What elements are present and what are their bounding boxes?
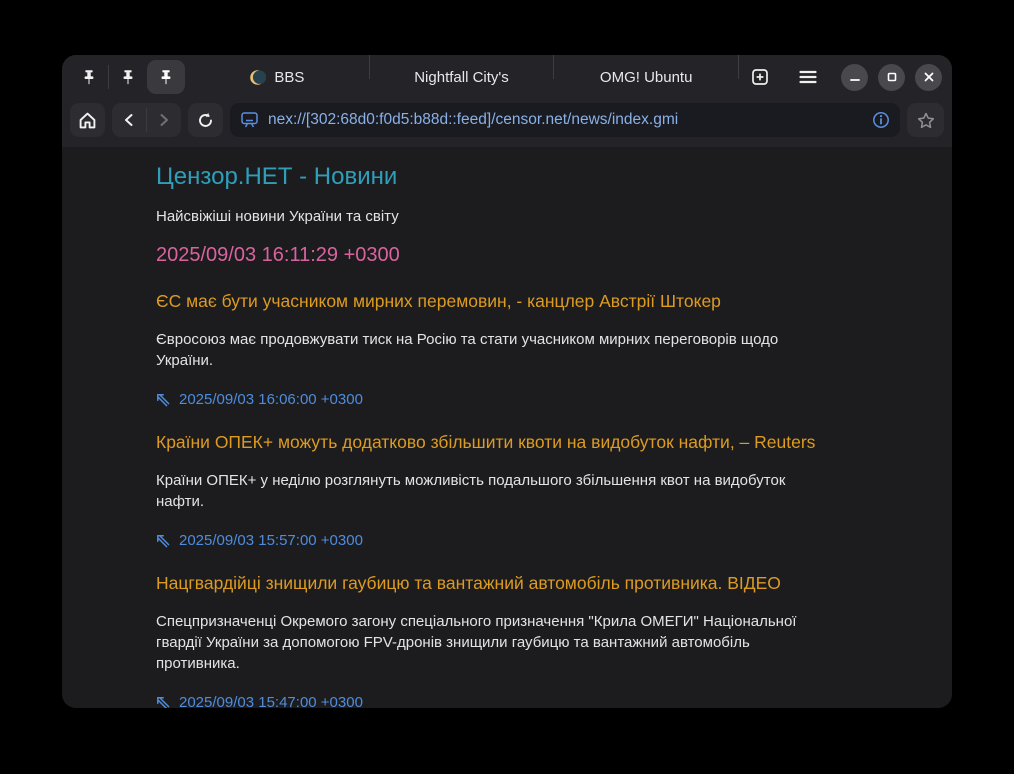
forward-icon bbox=[158, 113, 170, 127]
bookmark-button[interactable] bbox=[907, 103, 944, 137]
tab-label: Nightfall City's bbox=[414, 69, 509, 86]
link-label: 2025/09/03 16:06:00 +0300 bbox=[179, 391, 363, 408]
monitor-icon bbox=[240, 111, 259, 129]
tab-nightfall-citys[interactable]: Nightfall City's bbox=[370, 55, 554, 99]
news-item-title: Країни ОПЕК+ можуть додатково збільшити … bbox=[156, 432, 876, 453]
reload-button[interactable] bbox=[188, 103, 223, 137]
history-buttons bbox=[112, 103, 181, 137]
url-text: nex://[302:68d0:f0d5:b88d::feed]/censor.… bbox=[268, 111, 863, 129]
tab-bar: BBS Nightfall City's OMG! Ubuntu bbox=[62, 55, 952, 99]
news-item: Нацгвардійці знищили гаубицю та вантажни… bbox=[156, 573, 912, 708]
forward-button[interactable] bbox=[147, 103, 181, 137]
news-item: ЄС має бути учасником мирних перемовин, … bbox=[156, 291, 912, 408]
home-button[interactable] bbox=[70, 103, 105, 137]
news-item-link[interactable]: 2025/09/03 15:47:00 +0300 bbox=[156, 694, 363, 708]
new-tab-button[interactable] bbox=[743, 60, 777, 94]
link-label: 2025/09/03 15:47:00 +0300 bbox=[179, 694, 363, 708]
link-arrow-icon bbox=[156, 393, 170, 407]
maximize-button[interactable] bbox=[878, 64, 905, 91]
home-icon bbox=[79, 112, 96, 129]
close-button[interactable] bbox=[915, 64, 942, 91]
info-icon[interactable] bbox=[872, 111, 890, 129]
back-button[interactable] bbox=[112, 103, 146, 137]
reload-icon bbox=[197, 112, 214, 129]
menu-button[interactable] bbox=[791, 60, 825, 94]
close-icon bbox=[924, 72, 934, 82]
navigation-bar: nex://[302:68d0:f0d5:b88d::feed]/censor.… bbox=[62, 99, 952, 147]
new-tab-icon bbox=[751, 68, 769, 86]
pushpin-icon bbox=[81, 69, 97, 86]
link-label: 2025/09/03 15:57:00 +0300 bbox=[179, 532, 363, 549]
minimize-button[interactable] bbox=[841, 64, 868, 91]
news-item-body: Спецпризначенці Окремого загону спеціаль… bbox=[156, 611, 824, 674]
browser-window: BBS Nightfall City's OMG! Ubuntu bbox=[62, 55, 952, 708]
news-item-link[interactable]: 2025/09/03 15:57:00 +0300 bbox=[156, 532, 363, 549]
tab-label: OMG! Ubuntu bbox=[600, 69, 693, 86]
moon-icon bbox=[249, 69, 266, 86]
maximize-icon bbox=[887, 72, 897, 82]
tab-omg-ubuntu[interactable]: OMG! Ubuntu bbox=[554, 55, 738, 99]
pinned-tab-1[interactable] bbox=[70, 60, 108, 94]
tab-strip: BBS Nightfall City's OMG! Ubuntu bbox=[185, 55, 739, 99]
page-subtitle: Найсвіжіші новини України та світу bbox=[156, 208, 912, 225]
news-item-title: Нацгвардійці знищили гаубицю та вантажни… bbox=[156, 573, 876, 594]
link-arrow-icon bbox=[156, 696, 170, 709]
news-item-body: Євросоюз має продовжувати тиск на Росію … bbox=[156, 329, 824, 371]
pinned-tab-2[interactable] bbox=[109, 60, 147, 94]
minimize-icon bbox=[850, 72, 860, 82]
divider bbox=[738, 55, 739, 79]
news-item-link[interactable]: 2025/09/03 16:06:00 +0300 bbox=[156, 391, 363, 408]
tab-bbs[interactable]: BBS bbox=[185, 55, 369, 99]
url-bar[interactable]: nex://[302:68d0:f0d5:b88d::feed]/censor.… bbox=[230, 103, 900, 137]
pushpin-icon bbox=[120, 69, 136, 86]
news-item-body: Країни ОПЕК+ у неділю розглянуть можливі… bbox=[156, 470, 824, 512]
page-content: Цензор.НЕТ - Новини Найсвіжіші новини Ук… bbox=[62, 147, 952, 708]
page-title: Цензор.НЕТ - Новини bbox=[156, 163, 912, 191]
tab-label: BBS bbox=[274, 69, 304, 86]
page-updated-timestamp: 2025/09/03 16:11:29 +0300 bbox=[156, 244, 912, 267]
news-item-title: ЄС має бути учасником мирних перемовин, … bbox=[156, 291, 876, 312]
star-icon bbox=[917, 112, 935, 129]
menu-icon bbox=[799, 70, 817, 84]
back-icon bbox=[123, 113, 135, 127]
pinned-tab-3[interactable] bbox=[147, 60, 185, 94]
news-item: Країни ОПЕК+ можуть додатково збільшити … bbox=[156, 432, 912, 549]
pushpin-icon bbox=[158, 69, 174, 86]
link-arrow-icon bbox=[156, 534, 170, 548]
